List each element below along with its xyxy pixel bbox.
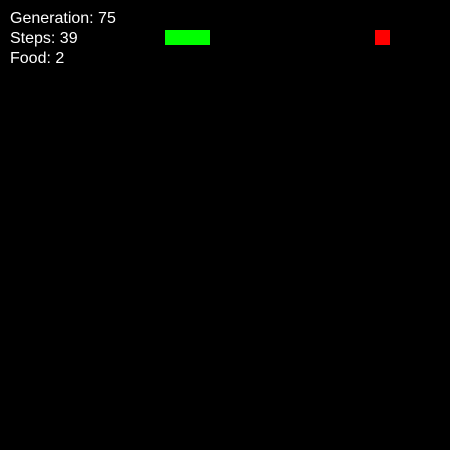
steps-text: Steps: 39 [10,30,78,47]
game-board: Generation: 75 Steps: 39 Food: 2 [0,0,450,450]
snake-segment [165,30,180,45]
generation-text: Generation: 75 [10,10,116,27]
stats-panel: Generation: 75 Steps: 39 Food: 2 [10,9,116,69]
snake-segment [195,30,210,45]
food-pellet [375,30,390,45]
snake-segment [180,30,195,45]
snake [165,30,210,45]
food-count-text: Food: 2 [10,50,65,67]
